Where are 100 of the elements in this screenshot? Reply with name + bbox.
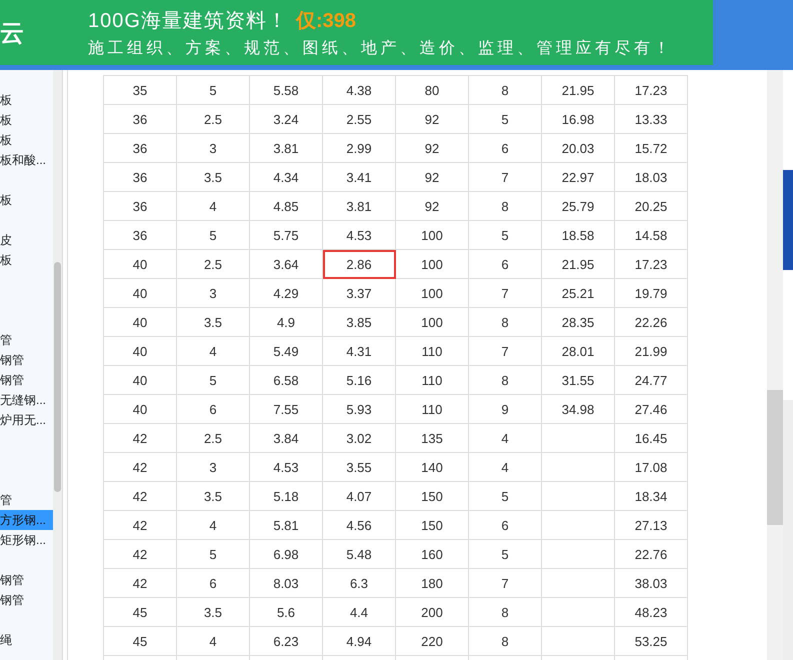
table-cell: 36 <box>104 220 176 250</box>
table-cell: 17.23 <box>614 76 688 104</box>
table-cell: 3.84 <box>250 424 322 452</box>
table-cell: 150 <box>396 510 468 540</box>
table-cell: 36 <box>104 192 176 220</box>
sidebar-item[interactable]: 钢管 <box>0 370 53 390</box>
scrollbar-thumb[interactable] <box>54 262 61 492</box>
table-cell: 42 <box>104 568 176 598</box>
sidebar-item[interactable]: 无缝钢... <box>0 390 53 410</box>
table-cell: 2.5 <box>176 424 250 452</box>
table-cell: 5.49 <box>250 336 322 366</box>
table-cell: 42 <box>104 424 176 452</box>
sidebar-item[interactable]: 板 <box>0 110 53 130</box>
table-cell: 42 <box>104 452 176 482</box>
table-cell: 28.01 <box>542 336 614 366</box>
table-cell: 38.03 <box>614 568 688 598</box>
table-cell: 5 <box>468 104 542 134</box>
table-cell: 40 <box>104 278 176 308</box>
table-cell: 22.97 <box>542 162 614 192</box>
table-cell: 16.45 <box>614 424 688 452</box>
table-cell: 3 <box>176 452 250 482</box>
table-cell: 4 <box>468 452 542 482</box>
table-cell: 5.81 <box>250 510 322 540</box>
table-cell: 3.41 <box>322 162 396 192</box>
table-cell: 8 <box>468 192 542 220</box>
sidebar-item[interactable]: 钢管 <box>0 570 53 590</box>
table-cell: 18.03 <box>614 162 688 192</box>
table-cell: 6.3 <box>322 568 396 598</box>
table-cell: 27.13 <box>614 510 688 540</box>
table-cell: 48.23 <box>614 598 688 626</box>
sidebar-item[interactable]: 钢管 <box>0 350 53 370</box>
table-cell: 34.98 <box>542 394 614 424</box>
table-cell: 7 <box>468 278 542 308</box>
table-cell: 80 <box>396 76 468 104</box>
sidebar-item[interactable]: 皮 <box>0 230 53 250</box>
table-cell: 3.5 <box>176 308 250 336</box>
table-cell: 21.99 <box>614 336 688 366</box>
table-cell: 40 <box>104 394 176 424</box>
table-cell: 5.58 <box>250 76 322 104</box>
table-cell: 135 <box>396 424 468 452</box>
sidebar-item[interactable]: 管 <box>0 330 53 350</box>
table-cell: 200 <box>396 598 468 626</box>
banner-price: 仅:398 <box>296 8 356 34</box>
table-cell: 4 <box>468 424 542 452</box>
table-cell: 100 <box>396 220 468 250</box>
table-cell: 17.08 <box>614 452 688 482</box>
table-cell: 5 <box>176 540 250 568</box>
sidebar-item[interactable]: 管 <box>0 490 53 510</box>
sidebar-item[interactable]: 板和酸... <box>0 150 53 170</box>
sidebar-item[interactable]: 板 <box>0 250 53 270</box>
table-cell: 6 <box>176 394 250 424</box>
table-cell: 42 <box>104 482 176 510</box>
sidebar-item[interactable]: 板 <box>0 190 53 210</box>
table-cell: 53.25 <box>614 626 688 656</box>
table-cell: 3.5 <box>176 162 250 192</box>
table-cell: 35 <box>104 76 176 104</box>
table-cell: 40 <box>104 250 176 278</box>
table-cell: 40 <box>104 366 176 394</box>
table-cell: 40 <box>104 336 176 366</box>
sidebar-item[interactable]: 板 <box>0 130 53 150</box>
table-cell: 4.53 <box>322 220 396 250</box>
table-cell: 20.25 <box>614 192 688 220</box>
banner-subline: 施工组织、方案、规范、图纸、地产、造价、监理、管理应有尽有！ <box>88 38 673 58</box>
table-cell: 6 <box>468 510 542 540</box>
table-cell: 17.23 <box>614 250 688 278</box>
sidebar-item[interactable]: 板 <box>0 90 53 110</box>
sidebar-item[interactable]: 钢管 <box>0 590 53 610</box>
table-cell: 6.23 <box>250 626 322 656</box>
table-cell: 5 <box>468 540 542 568</box>
table-cell: 92 <box>396 192 468 220</box>
sidebar-item[interactable]: 绳 <box>0 630 53 650</box>
scrollbar-thumb[interactable] <box>767 390 783 525</box>
table-cell: 110 <box>396 394 468 424</box>
table-cell: 20.03 <box>542 134 614 162</box>
table-cell: 31.55 <box>542 366 614 394</box>
sidebar-item[interactable]: 炉用无... <box>0 410 53 430</box>
table-cell: 3 <box>176 134 250 162</box>
table-cell: 13.33 <box>614 104 688 134</box>
table-cell: 8 <box>468 598 542 626</box>
table-cell: 3.5 <box>176 482 250 510</box>
table-cell: 14.58 <box>614 220 688 250</box>
table-cell: 8 <box>468 308 542 336</box>
table-cell: 42 <box>104 510 176 540</box>
table-cell: 3.5 <box>176 598 250 626</box>
table-cell: 100 <box>396 250 468 278</box>
sidebar-item[interactable]: 矩形钢... <box>0 530 53 550</box>
table-cell: 4 <box>176 510 250 540</box>
table-cell: 22.76 <box>614 540 688 568</box>
table-cell: 5.75 <box>250 220 322 250</box>
table-cell: 4.94 <box>322 626 396 656</box>
table-cell: 150 <box>396 482 468 510</box>
table-cell: 220 <box>396 626 468 656</box>
table-cell: 7 <box>468 336 542 366</box>
table-cell: 5 <box>176 220 250 250</box>
table-cell: 180 <box>396 568 468 598</box>
table-cell: 2.55 <box>322 104 396 134</box>
sidebar-item[interactable]: 方形钢... <box>0 510 53 530</box>
table-cell: 22.26 <box>614 308 688 336</box>
table-cell: 4.31 <box>322 336 396 366</box>
table-cell: 4.4 <box>322 598 396 626</box>
